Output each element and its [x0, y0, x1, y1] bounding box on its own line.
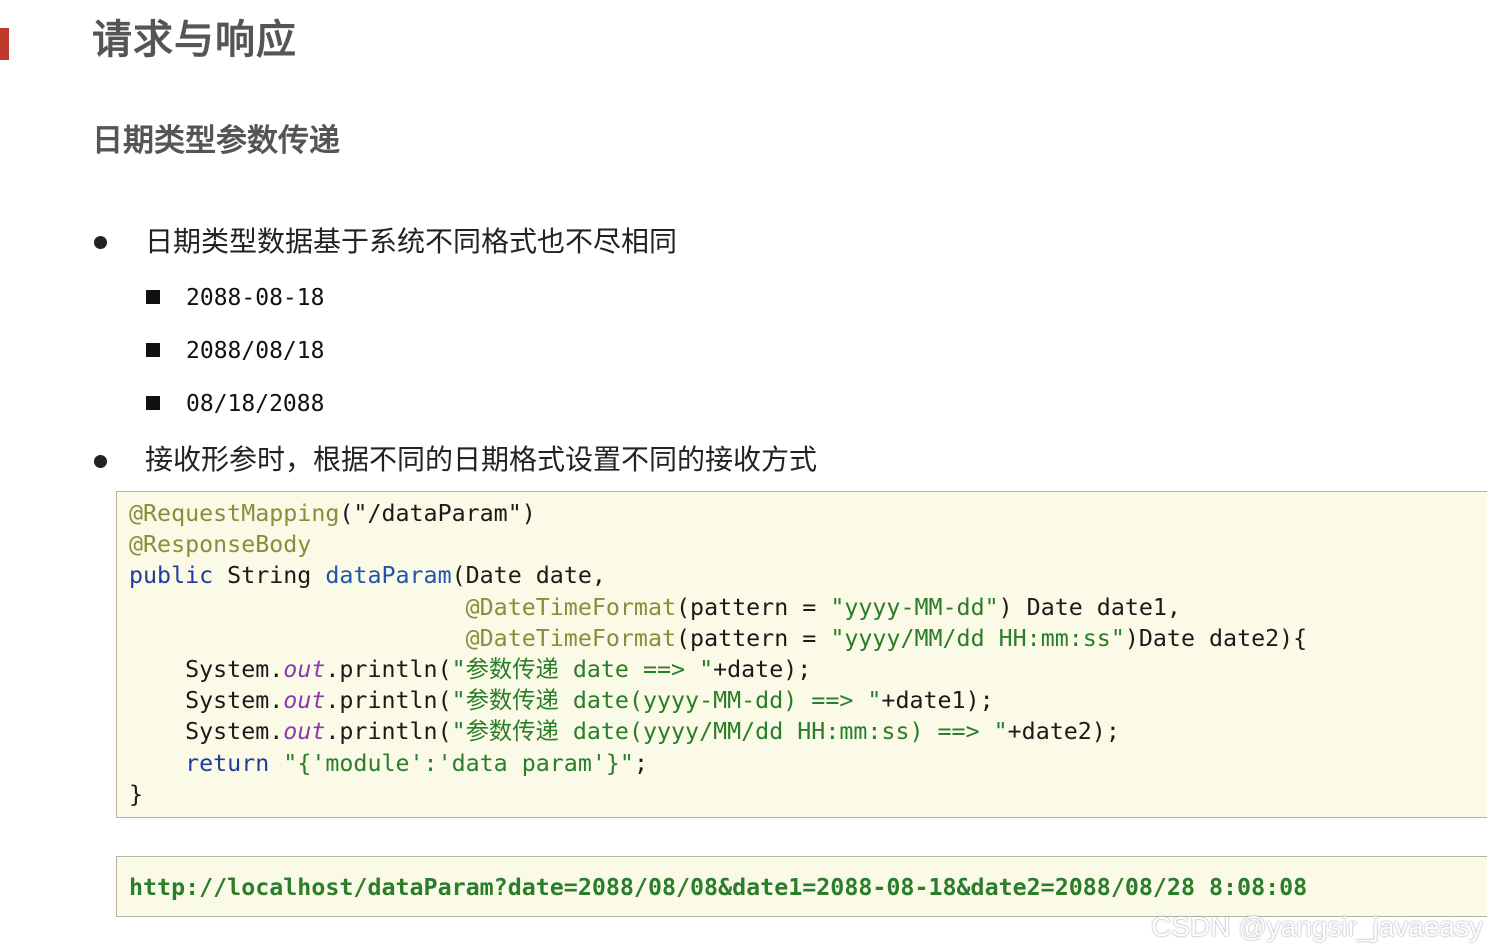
code-text: ;	[633, 749, 648, 777]
page-title: 请求与响应	[92, 17, 297, 63]
code-text: System.	[129, 656, 284, 684]
square-bullet	[146, 290, 160, 304]
code-line: @ResponseBody	[129, 529, 1307, 560]
section-subtitle: 日期类型参数传递	[92, 123, 340, 159]
bullet-text: 接收形参时，根据不同的日期格式设置不同的接收方式	[145, 443, 818, 476]
field-name: out	[283, 718, 326, 746]
square-bullet	[146, 396, 160, 410]
code-text: (pattern =	[676, 624, 831, 652]
code-line: public String dataParam(Date date,	[129, 560, 1307, 591]
string-literal: "yyyy/MM/dd HH:mm:ss"	[830, 624, 1125, 652]
watermark: CSDN @yangsir_javaeasy	[1151, 911, 1483, 942]
annotation: @DateTimeFormat	[465, 593, 677, 621]
code-line: System.out.println("参数传递 date ==> "+date…	[129, 654, 1307, 685]
string-literal: "{'module':'data param'}"	[269, 749, 634, 777]
string-literal: "参数传递 date(yyyy-MM-dd) ==> "	[451, 687, 882, 715]
annotation: @DateTimeFormat	[465, 624, 677, 652]
keyword: public	[129, 562, 214, 590]
code-line: @DateTimeFormat(pattern = "yyyy/MM/dd HH…	[129, 623, 1308, 654]
code-text: System.	[129, 687, 284, 715]
date-format-example: 2088/08/18	[186, 338, 325, 364]
code-text: ) Date date1,	[998, 593, 1181, 621]
string-literal: "yyyy-MM-dd"	[830, 593, 999, 621]
code-text: +date1);	[881, 687, 994, 715]
code-text: }	[129, 780, 144, 808]
code-line: }	[129, 779, 1307, 810]
code-text: .println(	[325, 656, 452, 684]
keyword: return	[185, 749, 270, 777]
string-literal: "参数传递 date ==> "	[451, 656, 714, 684]
code-text: .println(	[325, 687, 452, 715]
square-bullet	[146, 343, 160, 357]
date-format-example: 08/18/2088	[186, 391, 325, 417]
bullet-text: 日期类型数据基于系统不同格式也不尽相同	[145, 225, 678, 258]
code-line: System.out.println("参数传递 date(yyyy-MM-dd…	[129, 685, 1307, 716]
field-name: out	[283, 656, 326, 684]
annotation: @ResponseBody	[129, 531, 312, 559]
code-text: ("/dataParam")	[339, 500, 536, 527]
code-text: +date2);	[1007, 718, 1120, 746]
request-url: http://localhost/dataParam?date=2088/08/…	[129, 874, 1308, 901]
field-name: out	[283, 687, 326, 715]
code-line: @DateTimeFormat(pattern = "yyyy-MM-dd") …	[129, 592, 1307, 623]
code-text: +date);	[713, 656, 812, 684]
code-listing: @RequestMapping("/dataParam") @ResponseBo…	[129, 498, 1307, 810]
annotation: @RequestMapping	[129, 500, 340, 527]
bullet-dot	[94, 236, 107, 249]
code-line: System.out.println("参数传递 date(yyyy/MM/dd…	[129, 716, 1307, 747]
code-text: (Date date,	[451, 562, 606, 590]
date-format-example: 2088-08-18	[186, 285, 325, 311]
accent-bar	[0, 28, 9, 60]
code-text: .println(	[325, 718, 452, 746]
method-name: dataParam	[325, 562, 452, 590]
code-text: )Date date2){	[1124, 624, 1308, 652]
bullet-dot	[94, 455, 107, 468]
code-text: System.	[129, 718, 284, 746]
string-literal: "参数传递 date(yyyy/MM/dd HH:mm:ss) ==> "	[451, 718, 1008, 746]
code-line: @RequestMapping("/dataParam")	[129, 498, 1307, 529]
code-text: (pattern =	[676, 593, 831, 621]
code-line: return "{'module':'data param'}";	[129, 748, 1307, 779]
code-text: String	[213, 562, 326, 590]
